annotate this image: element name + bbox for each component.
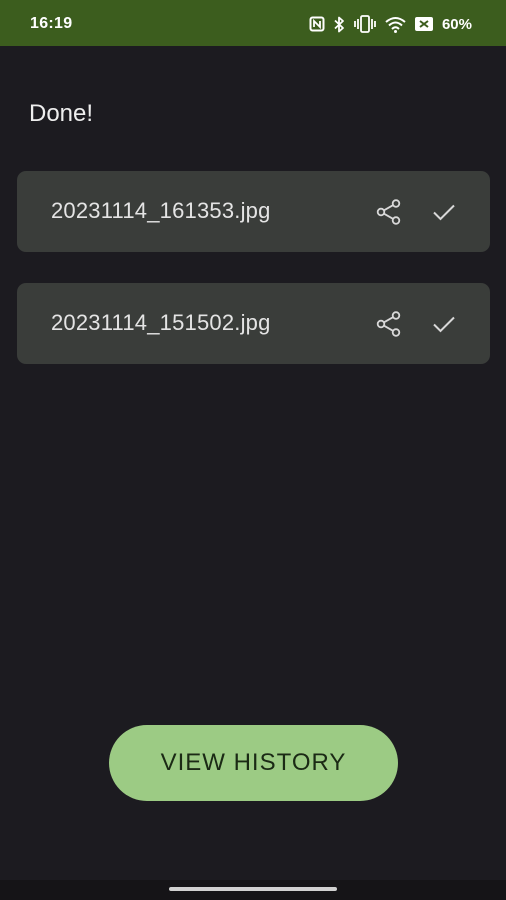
battery-percentage: 60% — [441, 15, 472, 33]
vibrate-icon — [354, 15, 376, 33]
share-icon[interactable] — [374, 197, 404, 227]
home-indicator[interactable] — [169, 887, 337, 891]
file-item[interactable]: 20231114_151502.jpg — [17, 283, 490, 364]
screen: 16:19 60% Done! 20231114_161353.jpg 2023… — [0, 0, 506, 900]
status-time: 16:19 — [30, 15, 73, 32]
check-icon[interactable] — [429, 197, 459, 227]
file-name: 20231114_151502.jpg — [51, 310, 271, 335]
battery-icon — [414, 17, 433, 31]
bluetooth-icon — [334, 16, 345, 33]
status-bar: 16:19 60% — [0, 0, 506, 46]
view-history-button[interactable]: VIEW HISTORY — [109, 725, 398, 801]
share-icon[interactable] — [374, 309, 404, 339]
wifi-icon — [385, 16, 406, 33]
status-heading: Done! — [29, 100, 94, 127]
file-item[interactable]: 20231114_161353.jpg — [17, 171, 490, 252]
check-icon[interactable] — [429, 309, 459, 339]
nfc-icon — [309, 16, 325, 32]
status-icons: 60% — [309, 14, 472, 34]
file-name: 20231114_161353.jpg — [51, 198, 271, 223]
